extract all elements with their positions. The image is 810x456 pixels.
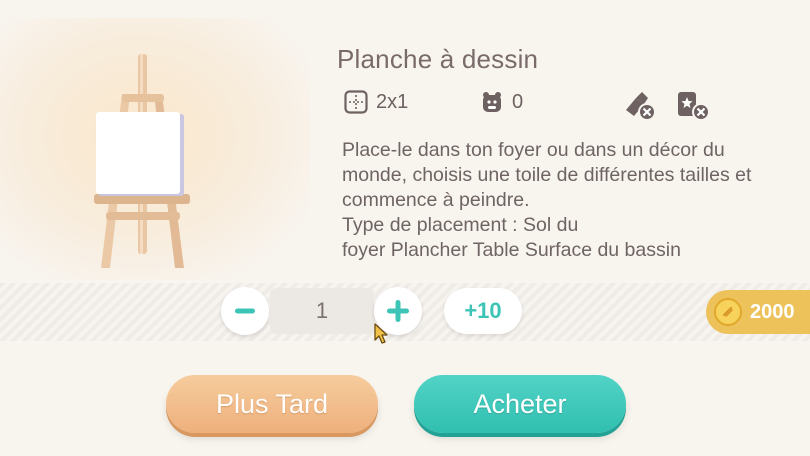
plus-icon [387, 300, 409, 322]
no-brush-flag [622, 90, 658, 122]
size-value: 2x1 [376, 90, 409, 113]
item-preview [0, 18, 310, 280]
easel-image [94, 54, 190, 268]
item-stats: 2x1 0 [340, 90, 780, 126]
gold-coin-icon [714, 298, 742, 326]
buy-button[interactable]: Acheter [414, 375, 626, 433]
no-sticker-icon [678, 92, 710, 121]
item-purchase-panel: Planche à dessin 2x1 0 Place-le dans ton… [0, 0, 810, 456]
decrease-quantity-button[interactable] [221, 287, 269, 335]
item-description[interactable]: Place-le dans ton foyer ou dans un décor… [342, 138, 790, 262]
comfort-stat: 0 [480, 90, 523, 114]
pointer-cursor-icon [374, 323, 388, 344]
add-ten-button[interactable]: +10 [444, 288, 522, 334]
no-brush-icon [626, 92, 656, 121]
quantity-field[interactable]: 1 [270, 288, 374, 334]
size-stat: 2x1 [344, 90, 408, 114]
item-title: Planche à dessin [337, 44, 539, 74]
price-tag: 2000 [706, 290, 810, 334]
no-sticker-flag [676, 90, 712, 122]
later-button[interactable]: Plus Tard [166, 375, 378, 433]
minus-icon [235, 308, 255, 314]
comfort-value: 0 [512, 90, 524, 113]
bear-comfort-icon [483, 92, 501, 112]
item-description-text: Place-le dans ton foyer ou dans un décor… [342, 139, 752, 261]
price-value: 2000 [750, 300, 795, 323]
grid-size-icon [344, 90, 368, 114]
